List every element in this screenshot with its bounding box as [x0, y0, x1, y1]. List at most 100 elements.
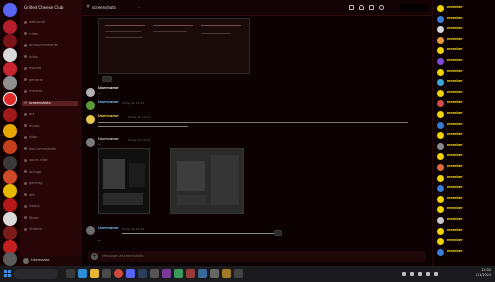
server-icon[interactable] [3, 124, 17, 138]
search-input[interactable] [398, 4, 428, 11]
store-icon[interactable] [102, 269, 111, 278]
file-explorer-icon[interactable] [90, 269, 99, 278]
battery-icon[interactable] [426, 272, 430, 276]
member-list-item[interactable]: member [437, 57, 495, 66]
member-list-item[interactable]: member [437, 237, 495, 246]
sidebar-item-events[interactable]: events [24, 66, 76, 71]
volume-icon[interactable] [418, 272, 422, 276]
sidebar-item-gaming[interactable]: gaming [24, 181, 76, 186]
edge-icon[interactable] [78, 269, 87, 278]
server-icon[interactable] [3, 170, 17, 184]
server-icon[interactable] [3, 198, 17, 212]
discord-icon[interactable] [126, 269, 135, 278]
image-attachment[interactable] [98, 148, 150, 214]
sidebar-item-clips[interactable]: clips [24, 135, 76, 140]
app-icon[interactable] [198, 269, 207, 278]
member-list-item[interactable]: member [437, 89, 495, 98]
message-author[interactable]: Username [98, 100, 118, 104]
members-icon[interactable] [379, 5, 384, 10]
taskbar-search-input[interactable] [14, 269, 58, 279]
member-list-item[interactable]: member [437, 142, 495, 151]
member-list-item[interactable]: member [437, 36, 495, 45]
avatar[interactable] [86, 226, 95, 235]
add-attachment-icon[interactable]: + [91, 253, 98, 260]
avatar[interactable] [86, 101, 95, 110]
sidebar-item-announcements[interactable]: announcements [24, 43, 76, 48]
avatar[interactable] [86, 115, 95, 124]
server-icon[interactable] [3, 156, 17, 170]
taskbar-clock[interactable]: 12:00 1/1/2024 [476, 268, 491, 278]
message-author[interactable]: Username [98, 114, 118, 118]
app-icon[interactable] [210, 269, 219, 278]
server-icon[interactable] [3, 140, 17, 154]
member-list-item[interactable]: member [437, 227, 495, 236]
member-list-item[interactable]: member [437, 205, 495, 214]
server-name[interactable]: Grilled Cheese Club [24, 5, 80, 11]
bell-icon[interactable] [359, 5, 364, 10]
app-icon[interactable] [222, 269, 231, 278]
windows-start-icon[interactable] [4, 270, 11, 277]
sidebar-item-roles[interactable]: roles [24, 55, 76, 60]
tray-icon[interactable] [402, 272, 406, 276]
pin-icon[interactable] [369, 5, 374, 10]
home-icon[interactable] [3, 3, 17, 17]
member-list-item[interactable]: member [437, 121, 495, 130]
steam-icon[interactable] [138, 269, 147, 278]
sidebar-item-rules[interactable]: rules [24, 32, 76, 37]
app-icon[interactable] [174, 269, 183, 278]
member-list-item[interactable]: member [437, 68, 495, 77]
sidebar-item-afk[interactable]: afk [24, 193, 76, 198]
member-list-item[interactable]: member [437, 4, 495, 13]
server-icon[interactable] [3, 62, 17, 76]
server-icon[interactable] [3, 212, 17, 226]
member-list-item[interactable]: member [437, 25, 495, 34]
sidebar-item-bot-commands[interactable]: bot-commands [24, 147, 76, 152]
server-icon[interactable] [3, 34, 17, 48]
member-list-item[interactable]: member [437, 110, 495, 119]
member-list-item[interactable]: member [437, 131, 495, 140]
sidebar-item-general[interactable]: general [24, 78, 76, 83]
sidebar-item-lobby[interactable]: Lobby [24, 204, 76, 209]
server-icon[interactable] [3, 92, 17, 106]
member-list-item[interactable]: member [437, 163, 495, 172]
sidebar-item-music[interactable]: music [24, 124, 76, 129]
server-icon[interactable] [3, 108, 17, 122]
server-icon[interactable] [3, 76, 17, 90]
member-list-item[interactable]: member [437, 152, 495, 161]
app-icon[interactable] [162, 269, 171, 278]
app-icon[interactable] [186, 269, 195, 278]
sidebar-item-music[interactable]: Music [24, 216, 76, 221]
member-list-item[interactable]: member [437, 46, 495, 55]
sidebar-item-screenshots[interactable]: screenshots [22, 100, 78, 106]
member-list-item[interactable]: member [437, 174, 495, 183]
server-icon[interactable] [3, 20, 17, 34]
server-icon[interactable] [3, 48, 17, 62]
member-list-item[interactable]: member [437, 15, 495, 24]
sidebar-item-welcome[interactable]: welcome [24, 20, 76, 25]
message-author[interactable]: Username [98, 86, 118, 90]
member-list-item[interactable]: member [437, 78, 495, 87]
member-list-item[interactable]: member [437, 184, 495, 193]
image-attachment[interactable] [170, 148, 244, 214]
embed-image[interactable] [98, 18, 250, 74]
chrome-icon[interactable] [114, 269, 123, 278]
sidebar-item-art[interactable]: art [24, 112, 76, 117]
message-input[interactable]: + Message #screenshots [88, 251, 426, 262]
server-icon[interactable] [3, 252, 17, 266]
server-icon[interactable] [3, 226, 17, 240]
avatar[interactable] [86, 88, 95, 97]
sidebar-item-lounge[interactable]: lounge [24, 170, 76, 175]
avatar[interactable] [23, 258, 29, 264]
message-author[interactable]: Username [98, 226, 118, 230]
member-list-item[interactable]: member [437, 99, 495, 108]
app-icon[interactable] [234, 269, 243, 278]
member-list-item[interactable]: member [437, 195, 495, 204]
sidebar-item-voice-chat[interactable]: voice-chat [24, 158, 76, 163]
reaction-button[interactable] [102, 76, 112, 82]
sidebar-item-memes[interactable]: memes [24, 89, 76, 94]
member-list-item[interactable]: member [437, 248, 495, 257]
sidebar-item-stream[interactable]: Stream [24, 227, 76, 232]
task-view-icon[interactable] [66, 269, 75, 278]
avatar[interactable] [86, 138, 95, 147]
message-author[interactable]: Username [98, 137, 118, 141]
